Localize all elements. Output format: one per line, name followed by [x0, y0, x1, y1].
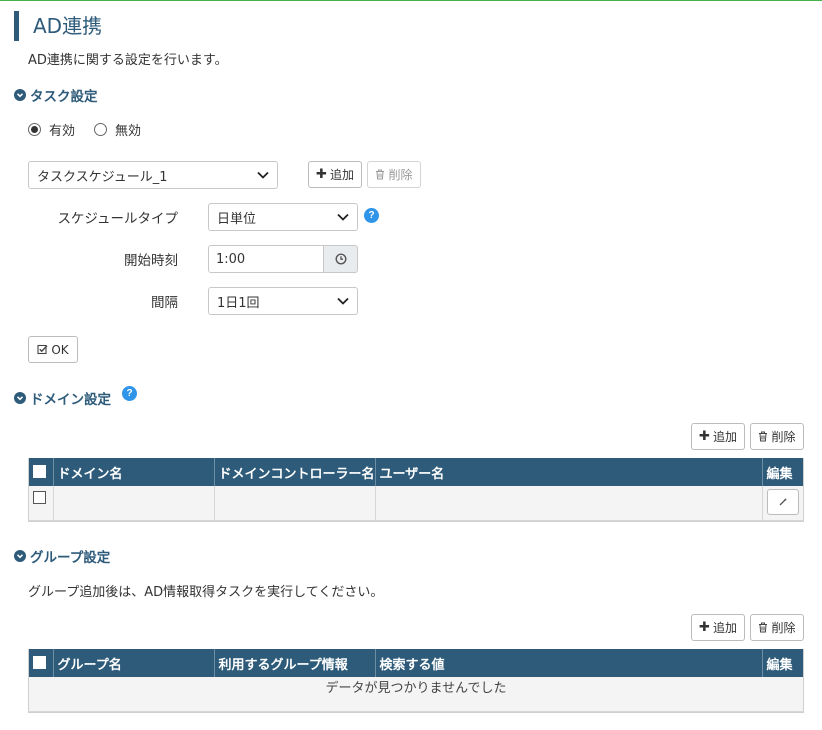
table-row: [29, 486, 803, 521]
row-checkbox[interactable]: [29, 486, 54, 521]
select-all-checkbox[interactable]: [29, 458, 54, 486]
domain-section-title: ドメイン設定: [30, 392, 111, 408]
schedule-type-value: 日単位: [217, 211, 257, 227]
group-note: グループ追加後は、AD情報取得タスクを実行してください。: [28, 585, 384, 600]
schedule-add-label: 追加: [329, 168, 354, 182]
column-header: グループ名: [53, 649, 215, 677]
help-icon[interactable]: ?: [122, 386, 137, 401]
schedule-type-select[interactable]: 日単位: [208, 203, 358, 231]
task-section-header[interactable]: タスク設定: [14, 85, 98, 105]
domain-add-label: 追加: [712, 430, 737, 444]
task-enabled-radio[interactable]: 有効: [28, 120, 75, 139]
empty-message: データが見つかりませんでした: [29, 677, 803, 712]
chevron-down-icon: [337, 213, 349, 221]
group-delete-button[interactable]: 削除: [750, 614, 804, 641]
pencil-icon: [779, 498, 787, 506]
interval-value: 1日1回: [217, 295, 260, 311]
group-delete-label: 削除: [771, 621, 796, 635]
edit-button[interactable]: [766, 489, 799, 515]
column-header: 利用するグループ情報: [214, 649, 376, 677]
chevron-down-icon: [14, 89, 26, 101]
column-header: 編集: [762, 458, 803, 486]
schedule-add-button[interactable]: ✚ 追加: [308, 161, 362, 188]
ok-label: OK: [51, 342, 69, 357]
group-add-button[interactable]: ✚ 追加: [691, 614, 745, 641]
interval-label: 間隔: [151, 295, 178, 311]
schedule-select-value: タスクスケジュール_1: [37, 169, 168, 185]
domain-table: ドメイン名 ドメインコントローラー名 ユーザー名 編集: [28, 458, 804, 522]
plus-icon: ✚: [699, 620, 710, 635]
column-header: ドメイン名: [53, 458, 215, 486]
table-cell: [762, 486, 803, 521]
table-row: データが見つかりませんでした: [29, 677, 803, 712]
chevron-down-icon: [14, 392, 26, 404]
clock-icon: [334, 253, 347, 265]
column-header: 編集: [762, 649, 803, 677]
task-disabled-label: 無効: [115, 124, 142, 139]
chevron-down-icon: [337, 297, 349, 305]
check-square-icon: [37, 344, 48, 355]
table-header-row: ドメイン名 ドメインコントローラー名 ユーザー名 編集: [29, 458, 803, 486]
ok-button[interactable]: OK: [28, 336, 78, 363]
select-all-checkbox[interactable]: [29, 649, 54, 677]
trash-icon: [759, 622, 768, 633]
column-header: 検索する値: [375, 649, 763, 677]
interval-select[interactable]: 1日1回: [208, 287, 358, 315]
start-time-label: 開始時刻: [124, 253, 178, 269]
help-icon[interactable]: ?: [364, 208, 379, 223]
chevron-down-icon: [14, 550, 26, 562]
table-header-row: グループ名 利用するグループ情報 検索する値 編集: [29, 649, 803, 677]
group-table: グループ名 利用するグループ情報 検索する値 編集 データが見つかりませんでした: [28, 649, 804, 713]
table-cell: [53, 486, 215, 521]
column-header: ユーザー名: [375, 458, 763, 486]
trash-icon: [759, 431, 768, 442]
table-cell: [375, 486, 763, 521]
domain-add-button[interactable]: ✚ 追加: [691, 423, 745, 450]
schedule-delete-button[interactable]: 削除: [367, 161, 421, 188]
domain-section-header[interactable]: ドメイン設定: [14, 388, 111, 408]
schedule-delete-label: 削除: [388, 168, 413, 182]
group-add-label: 追加: [712, 621, 737, 635]
column-header: ドメインコントローラー名: [214, 458, 376, 486]
start-time-value: 1:00: [216, 251, 246, 267]
table-cell: [214, 486, 376, 521]
domain-delete-button[interactable]: 削除: [750, 423, 804, 450]
schedule-select[interactable]: タスクスケジュール_1: [28, 161, 278, 189]
radio-unchecked-icon: [94, 123, 107, 136]
domain-delete-label: 削除: [771, 430, 796, 444]
chevron-down-icon: [257, 171, 269, 179]
plus-icon: ✚: [316, 167, 327, 182]
task-enabled-label: 有効: [49, 124, 76, 139]
group-section-title: グループ設定: [30, 550, 111, 566]
group-section-header[interactable]: グループ設定: [14, 546, 110, 566]
time-picker-button[interactable]: [324, 245, 358, 273]
schedule-type-label: スケジュールタイプ: [57, 211, 178, 227]
task-disabled-radio[interactable]: 無効: [94, 120, 141, 139]
plus-icon: ✚: [699, 429, 710, 444]
radio-checked-icon: [28, 123, 41, 136]
task-section-title: タスク設定: [30, 89, 98, 105]
trash-icon: [376, 169, 385, 180]
start-time-input[interactable]: 1:00: [208, 245, 324, 273]
page-title: AD連携: [14, 11, 102, 41]
page-description: AD連携に関する設定を行います。: [28, 53, 228, 68]
